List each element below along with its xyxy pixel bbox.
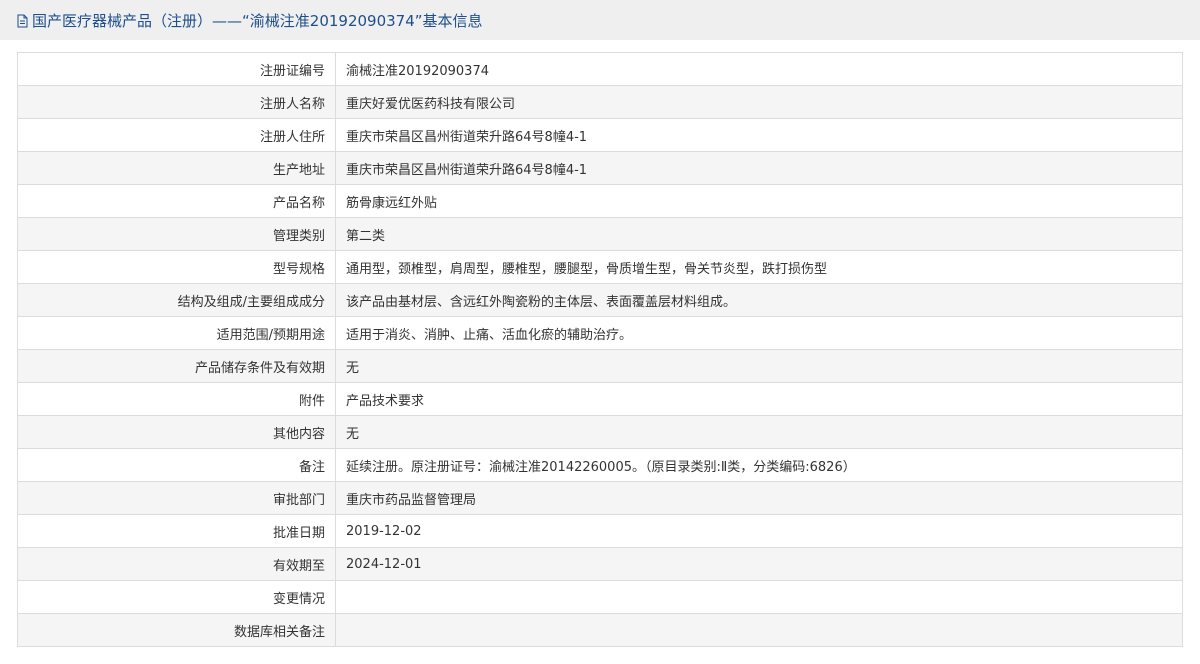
row-value: 该产品由基材层、含远红外陶瓷粉的主体层、表面覆盖层材料组成。 — [335, 283, 1183, 317]
page-header: 国产医疗器械产品（注册）——“渝械注准20192090374”基本信息 — [0, 0, 1200, 40]
table-row: 产品储存条件及有效期无 — [17, 349, 1183, 383]
table-row: 注册证编号 渝械注准20192090374 — [17, 52, 1183, 86]
row-label: 审批部门 — [17, 481, 336, 515]
row-label: 变更情况 — [17, 580, 336, 614]
row-value: 适用于消炎、消肿、止痛、活血化瘀的辅助治疗。 — [335, 316, 1183, 350]
row-value: 无 — [335, 349, 1183, 383]
row-value: 通用型，颈椎型，肩周型，腰椎型，腰腿型，骨质增生型，骨关节炎型，跌打损伤型 — [335, 250, 1183, 284]
row-value: 渝械注准20192090374 — [335, 52, 1183, 86]
table-row: 其他内容无 — [17, 415, 1183, 449]
table-row: 结构及组成/主要组成成分 该产品由基材层、含远红外陶瓷粉的主体层、表面覆盖层材料组… — [17, 283, 1183, 317]
row-value: 2024-12-01 — [335, 547, 1183, 581]
table-row: 审批部门 重庆市药品监督管理局 — [17, 481, 1183, 515]
row-label: 适用范围/预期用途 — [17, 316, 336, 350]
table-row: 批准日期 2019-12-02 — [17, 514, 1183, 548]
row-value: 2019-12-02 — [335, 514, 1183, 548]
table-row: 注册人住所 重庆市荣昌区昌州街道荣升路64号8幢4-1 — [17, 118, 1183, 152]
document-icon — [17, 13, 28, 28]
row-label: 附件 — [17, 382, 336, 416]
row-label: 其他内容 — [17, 415, 336, 449]
table-row: 型号规格 通用型，颈椎型，肩周型，腰椎型，腰腿型，骨质增生型，骨关节炎型，跌打损伤… — [17, 250, 1183, 284]
row-label: 有效期至 — [17, 547, 336, 581]
table-row: 备注 延续注册。原注册证号：渝械注准20142260005。（原目录类别:Ⅱ类，分… — [17, 448, 1183, 482]
page-title: 国产医疗器械产品（注册）——“渝械注准20192090374”基本信息 — [32, 11, 483, 30]
row-label: 型号规格 — [17, 250, 336, 284]
row-label: 结构及组成/主要组成成分 — [17, 283, 336, 317]
table-row: 变更情况 — [17, 580, 1183, 614]
row-value: 产品技术要求 — [335, 382, 1183, 416]
row-label: 产品名称 — [17, 184, 336, 218]
row-label: 生产地址 — [17, 151, 336, 185]
table-row: 注册人名称 重庆好爱优医药科技有限公司 — [17, 85, 1183, 119]
row-value: 重庆市药品监督管理局 — [335, 481, 1183, 515]
row-label: 备注 — [17, 448, 336, 482]
row-label: 管理类别 — [17, 217, 336, 251]
row-value: 无 — [335, 415, 1183, 449]
row-label: 数据库相关备注 — [17, 613, 336, 647]
table-row: 数据库相关备注 — [17, 613, 1183, 647]
row-value: 重庆市荣昌区昌州街道荣升路64号8幢4-1 — [335, 151, 1183, 185]
row-value: 重庆好爱优医药科技有限公司 — [335, 85, 1183, 119]
table-row: 生产地址 重庆市荣昌区昌州街道荣升路64号8幢4-1 — [17, 151, 1183, 185]
row-label: 注册人住所 — [17, 118, 336, 152]
table-row: 管理类别 第二类 — [17, 217, 1183, 251]
row-label: 产品储存条件及有效期 — [17, 349, 336, 383]
row-label: 注册证编号 — [17, 52, 336, 86]
row-value: 第二类 — [335, 217, 1183, 251]
table-row: 适用范围/预期用途 适用于消炎、消肿、止痛、活血化瘀的辅助治疗。 — [17, 316, 1183, 350]
row-value — [335, 580, 1183, 614]
table-row: 有效期至 2024-12-01 — [17, 547, 1183, 581]
table-row: 附件 产品技术要求 — [17, 382, 1183, 416]
row-label: 批准日期 — [17, 514, 336, 548]
row-value: 延续注册。原注册证号：渝械注准20142260005。（原目录类别:Ⅱ类，分类编… — [335, 448, 1183, 482]
detail-table: 注册证编号 渝械注准20192090374 注册人名称 重庆好爱优医药科技有限公司 注册… — [17, 52, 1183, 647]
row-label: 注册人名称 — [17, 85, 336, 119]
row-value — [335, 613, 1183, 647]
row-value: 筋骨康远红外贴 — [335, 184, 1183, 218]
row-value: 重庆市荣昌区昌州街道荣升路64号8幢4-1 — [335, 118, 1183, 152]
table-row: 产品名称 筋骨康远红外贴 — [17, 184, 1183, 218]
